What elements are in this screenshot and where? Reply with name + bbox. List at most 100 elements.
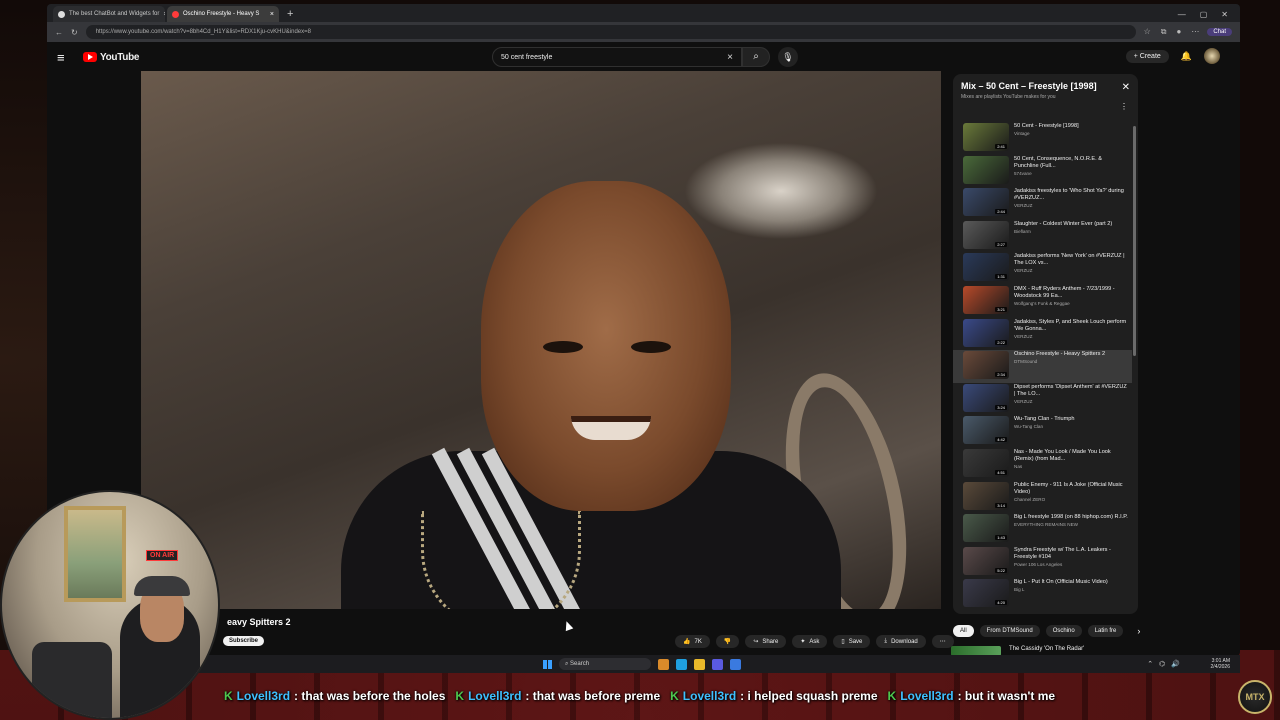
voice-search-button[interactable]: 🎙: [778, 47, 798, 67]
star-icon[interactable]: ☆: [1144, 27, 1151, 37]
discord-icon[interactable]: [712, 658, 723, 670]
playlist-item[interactable]: 2:34 Oschino Freestyle - Heavy Spitters 2…: [953, 350, 1132, 383]
like-button[interactable]: 👍 7K: [675, 635, 710, 648]
share-icon: ↪: [753, 639, 759, 645]
playlist-more-icon[interactable]: ⋮: [1120, 102, 1128, 111]
search-button[interactable]: ⌕: [742, 47, 770, 67]
face: [481, 181, 731, 511]
extensions-icon[interactable]: ⧉: [1161, 27, 1167, 37]
search-input[interactable]: 50 cent freestyle ×: [492, 47, 742, 67]
playlist-item[interactable]: 1:43 Big L freestyle 1998 (on 88 hiphop.c…: [953, 513, 1132, 546]
reload-icon[interactable]: ↻: [71, 28, 78, 37]
account-avatar[interactable]: [1204, 48, 1220, 64]
item-title: Nas - Made You Look / Made You Look (Rem…: [1014, 448, 1111, 462]
new-tab-button[interactable]: +: [281, 6, 299, 22]
clear-search-icon[interactable]: ×: [727, 52, 733, 63]
playlist-item[interactable]: 5:22 Syndra Freestyle w/ The L.A. Leakers…: [953, 546, 1132, 579]
playlist-item[interactable]: 4:42 Wu-Tang Clan - Triumph Wu-Tang Clan: [953, 415, 1132, 448]
item-title: Public Enemy - 911 Is A Joke (Official M…: [1014, 481, 1123, 495]
youtube-logo[interactable]: YouTube: [83, 52, 140, 63]
video-thumbnail: 5:22: [963, 546, 1009, 575]
save-button[interactable]: ▯ Save: [833, 635, 871, 648]
tab-youtube[interactable]: Oschino Freestyle - Heavy S ×: [167, 6, 279, 22]
create-button[interactable]: + Create: [1125, 49, 1169, 63]
item-title: Jadakiss performs 'New York' on #VERZUZ …: [1014, 253, 1125, 267]
chat-username: Lovell3rd: [468, 689, 522, 703]
save-icon: ▯: [841, 639, 845, 645]
item-text: Syndra Freestyle w/ The L.A. Leakers - F…: [1014, 547, 1128, 567]
playlist-item[interactable]: 1:31 Jadakiss performs 'New York' on #VER…: [953, 252, 1132, 285]
chat-overlay: K Lovell3rd: that was before the holes K Lo…: [224, 689, 1055, 703]
subscribe-button[interactable]: Subscribe: [223, 636, 265, 646]
playlist-item[interactable]: 4:51 Nas - Made You Look / Made You Look …: [953, 448, 1132, 481]
playlist-item[interactable]: 2:44 Jadakiss freestyles to 'Who Shot Ya?…: [953, 187, 1132, 220]
playlist-item[interactable]: 2:22 Jadakiss, Styles P, and Sheek Louch …: [953, 318, 1132, 351]
chevron-right-icon[interactable]: ›: [1137, 626, 1140, 636]
chevron-up-icon[interactable]: ⌃: [1147, 660, 1153, 668]
download-button[interactable]: ⤓ Download: [876, 635, 926, 648]
minimize-icon[interactable]: —: [1178, 10, 1186, 19]
header-actions: + Create 🔔: [1125, 48, 1220, 64]
item-text: 50 Cent - Freestyle [1998] Vintage: [1014, 123, 1079, 136]
playlist-item[interactable]: 4:20 Big L - Put It On (Official Music Vi…: [953, 578, 1132, 611]
ask-button[interactable]: ✦ Ask: [792, 635, 828, 648]
close-playlist-icon[interactable]: ✕: [1122, 82, 1130, 93]
chat-message: K Lovell3rd: but it wasn't me: [888, 689, 1056, 703]
filter-chip[interactable]: Latin fre: [1087, 625, 1124, 637]
chat-button[interactable]: Chat: [1207, 28, 1232, 36]
streamer-cap: [134, 576, 190, 596]
system-tray: ⌃ ⌬ 🔊: [1147, 660, 1180, 668]
youtube-play-icon: [83, 52, 97, 62]
edge-icon[interactable]: [676, 658, 687, 670]
url-field[interactable]: https://www.youtube.com/watch?v=8bh4Cd_H…: [85, 25, 1136, 39]
close-tab-icon[interactable]: ×: [163, 11, 165, 18]
filter-chips: All From DTMSound Oschino Latin fre ›: [953, 625, 1140, 637]
windows-start-icon[interactable]: [543, 659, 552, 669]
playlist-item[interactable]: 3:24 Dipset performs 'Dipset Anthem' at #…: [953, 383, 1132, 416]
kick-icon: K: [887, 689, 897, 703]
save-label: Save: [848, 638, 863, 645]
video-thumbnail: 1:31: [963, 253, 1009, 282]
menu-dots-icon[interactable]: ⋯: [1191, 27, 1199, 37]
playlist-item[interactable]: 2:27 Slaughter - Coldest Winter Ever (par…: [953, 220, 1132, 253]
chat-username: Lovell3rd: [682, 689, 737, 703]
playlist-item[interactable]: 2:41 50 Cent - Freestyle [1998] Vintage: [953, 122, 1132, 155]
widgets-icon[interactable]: [658, 658, 669, 670]
kick-icon: K: [224, 689, 233, 703]
taskbar-search[interactable]: ⌕ Search: [559, 658, 651, 670]
item-title: 50 Cent, Consequence, N.O.R.E. & Punchli…: [1014, 155, 1102, 169]
share-button[interactable]: ↪ Share: [745, 635, 787, 648]
volume-icon[interactable]: 🔊: [1171, 660, 1180, 668]
notifications-icon[interactable]: 🔔: [1181, 51, 1192, 62]
clock[interactable]: 3:01 AM 2/4/2026: [1211, 658, 1230, 670]
app-icon[interactable]: [730, 658, 741, 670]
back-icon[interactable]: ←: [55, 28, 63, 37]
item-text: Big L - Put It On (Official Music Video)…: [1014, 579, 1108, 592]
item-title: Jadakiss, Styles P, and Sheek Louch perf…: [1014, 318, 1127, 332]
playlist-item[interactable]: 3:14 Public Enemy - 911 Is A Joke (Offici…: [953, 481, 1132, 514]
youtube-favicon-icon: [172, 10, 179, 18]
video-player[interactable]: [141, 71, 941, 609]
playlist-item[interactable]: 50 Cent, Consequence, N.O.R.E. & Punchli…: [953, 155, 1132, 188]
dislike-button[interactable]: 👎: [715, 635, 740, 648]
filter-chip[interactable]: All: [953, 625, 974, 637]
maximize-icon[interactable]: ▢: [1200, 10, 1208, 19]
close-window-icon[interactable]: ✕: [1221, 10, 1228, 19]
video-thumbnail: 2:27: [963, 220, 1009, 249]
filter-chip[interactable]: Oschino: [1045, 625, 1082, 637]
chat-text: : but it wasn't me: [957, 689, 1056, 703]
kick-icon: K: [455, 689, 465, 703]
video-thumbnail: 3:14: [963, 481, 1009, 510]
filter-chip[interactable]: From DTMSound: [979, 625, 1040, 637]
tab-chatbot[interactable]: The best ChatBot and Widgets for ×: [53, 6, 165, 22]
playlist-item[interactable]: 3:21 DMX - Ruff Ryders Anthem - 7/23/1999…: [953, 285, 1132, 318]
hamburger-menu-icon[interactable]: ≡: [57, 50, 77, 65]
network-icon[interactable]: ⌬: [1159, 660, 1165, 668]
playlist-scrollbar[interactable]: [1133, 126, 1136, 356]
channel-badge: MTX: [1238, 680, 1272, 714]
profile-icon[interactable]: ●: [1176, 27, 1181, 37]
video-thumbnail: 3:21: [963, 285, 1009, 314]
item-text: DMX - Ruff Ryders Anthem - 7/23/1999 - W…: [1014, 286, 1128, 306]
close-tab-icon[interactable]: ×: [270, 11, 274, 18]
file-explorer-icon[interactable]: [694, 658, 705, 670]
